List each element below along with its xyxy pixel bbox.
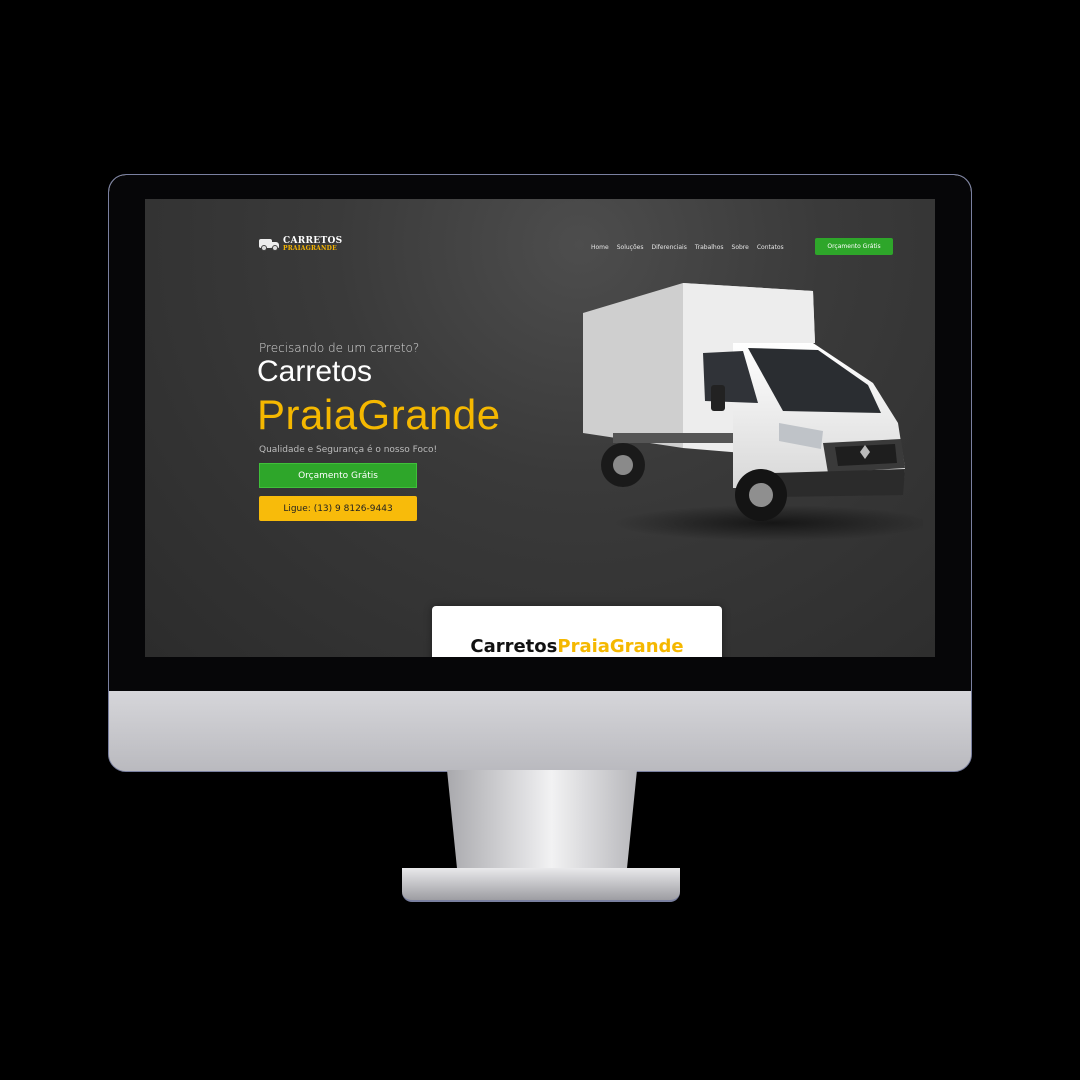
- hero-title-line2: PraiaGrande: [257, 391, 501, 438]
- nav-item-sobre[interactable]: Sobre: [732, 244, 749, 251]
- nav-quote-button[interactable]: Orçamento Grátis: [815, 238, 893, 255]
- hero-eyebrow: Precisando de um carreto?: [259, 341, 420, 355]
- truck-icon: [259, 239, 279, 251]
- hero-call-button[interactable]: Ligue: (13) 9 8126-9443: [259, 496, 417, 521]
- monitor: CARRETOS PRAIAGRANDE Home Soluções Difer…: [108, 174, 972, 772]
- main-nav: Home Soluções Diferenciais Trabalhos Sob…: [591, 244, 784, 251]
- card-title-part1: Carretos: [470, 636, 558, 657]
- nav-item-home[interactable]: Home: [591, 244, 609, 251]
- site-logo[interactable]: CARRETOS PRAIAGRANDE: [259, 237, 342, 253]
- hero-tagline: Qualidade e Segurança é o nosso Foco!: [259, 445, 438, 455]
- nav-item-trabalhos[interactable]: Trabalhos: [695, 244, 724, 251]
- monitor-chin: [109, 691, 971, 771]
- hero-title-line1: Carretos: [257, 355, 373, 388]
- nav-item-diferenciais[interactable]: Diferenciais: [651, 244, 686, 251]
- logo-text-top: CARRETOS: [283, 236, 343, 246]
- website-screen: CARRETOS PRAIAGRANDE Home Soluções Difer…: [145, 199, 935, 657]
- intro-card: CarretosPraiaGrande: [432, 606, 722, 657]
- logo-text-bottom: PRAIAGRANDE: [283, 245, 337, 252]
- hero-quote-button[interactable]: Orçamento Grátis: [259, 463, 417, 488]
- nav-item-solucoes[interactable]: Soluções: [617, 244, 644, 251]
- monitor-stand-neck: [447, 770, 637, 882]
- card-title-part2: PraiaGrande: [557, 636, 684, 657]
- monitor-stand-base: [402, 868, 680, 902]
- nav-item-contatos[interactable]: Contatos: [757, 244, 784, 251]
- card-title: CarretosPraiaGrande: [432, 636, 722, 657]
- monitor-bezel: CARRETOS PRAIAGRANDE Home Soluções Difer…: [109, 175, 971, 691]
- delivery-truck-image: [583, 283, 923, 541]
